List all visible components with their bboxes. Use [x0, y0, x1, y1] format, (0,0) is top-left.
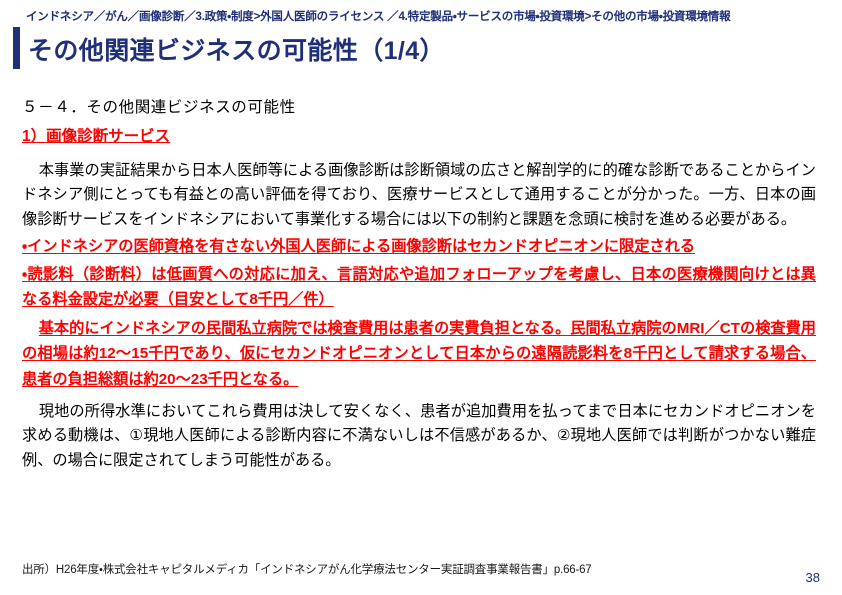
paragraph-conclusion: 現地の所得水準においてこれら費用は決して安くなく、患者が追加費用を払ってまで日本…: [22, 400, 816, 474]
paragraph-intro: 本事業の実証結果から日本人医師等による画像診断は診断領域の広さと解剖学的に的確な…: [22, 159, 816, 233]
emphasis-cost-block: 基本的にインドネシアの民間私立病院では検査費用は患者の実費負担となる。民間私立病…: [22, 316, 816, 392]
emphasis-cost-text: 基本的にインドネシアの民間私立病院では検査費用は患者の実費負担となる。民間私立病…: [22, 320, 816, 388]
slide-body: ５－４．その他関連ビジネスの可能性 1）画像診断サービス 本事業の実証結果から日…: [0, 96, 842, 474]
section-heading: ５－４．その他関連ビジネスの可能性: [22, 99, 296, 116]
sub-heading: 1）画像診断サービス: [22, 128, 171, 146]
slide: インドネシア／がん／画像診断／3.政策・制度>外国人医師のライセンス ／4.特定…: [0, 0, 842, 595]
source-note: 出所）H26年度・株式会社キャピタルメディカ「インドネシアがん化学療法センター実…: [22, 564, 592, 576]
paragraph-intro-text: 本事業の実証結果から日本人医師等による画像診断は診断領域の広さと解剖学的に的確な…: [22, 161, 816, 228]
breadcrumb: インドネシア／がん／画像診断／3.政策・制度>外国人医師のライセンス ／4.特定…: [26, 11, 731, 23]
emphasis-bullet-two: ・読影料（診断料）は低画質への対応に加え、言語対応や追加フォローアップを考慮し、…: [22, 265, 816, 308]
emphasis-bullet-one: ・インドネシアの医師資格を有さない外国人医師による画像診断はセカンドオピニオンに…: [22, 238, 695, 256]
paragraph-conclusion-text: 現地の所得水準においてこれら費用は決して安くなく、患者が追加費用を払ってまで日本…: [22, 402, 816, 470]
page-number: 38: [805, 570, 820, 585]
page-title: その他関連ビジネスの可能性（1/4）: [28, 37, 445, 65]
sub-heading-container: 1）画像診断サービス: [0, 125, 842, 154]
slide-header: インドネシア／がん／画像診断／3.政策・制度>外国人医師のライセンス ／4.特定…: [0, 0, 842, 78]
title-accent-bar: [13, 27, 20, 69]
